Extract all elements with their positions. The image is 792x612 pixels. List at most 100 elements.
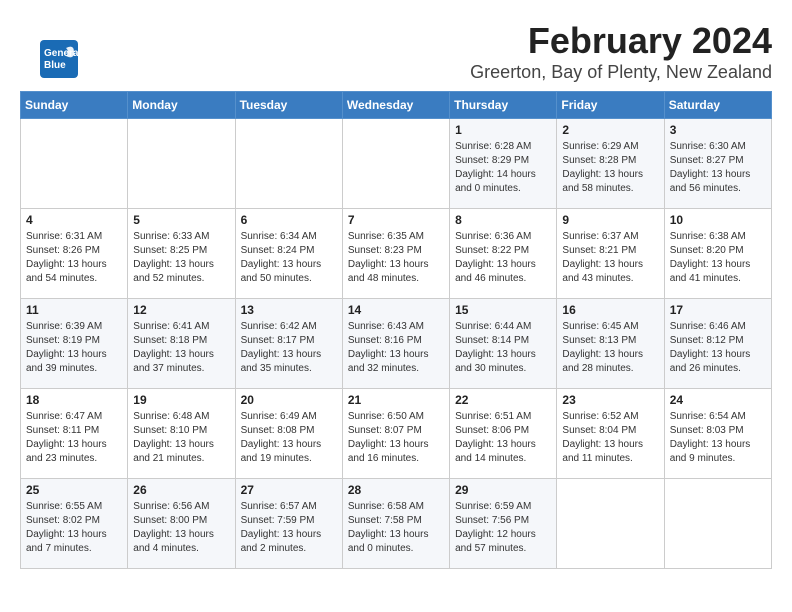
calendar-cell [235, 119, 342, 209]
calendar-cell: 14 Sunrise: 6:43 AMSunset: 8:16 PMDayligh… [342, 299, 449, 389]
page-header: February 2024 Greerton, Bay of Plenty, N… [20, 20, 772, 83]
day-number: 14 [348, 303, 444, 317]
day-number: 18 [26, 393, 122, 407]
day-number: 25 [26, 483, 122, 497]
day-number: 11 [26, 303, 122, 317]
calendar-cell: 16Sunrise: 6:45 AMSunset: 8:13 PMDayligh… [557, 299, 664, 389]
day-number: 15 [455, 303, 551, 317]
day-number: 5 [133, 213, 229, 227]
location-title: Greerton, Bay of Plenty, New Zealand [20, 62, 772, 83]
day-info: Sunrise: 6:37 AMSunset: 8:21 PMDaylight:… [562, 230, 658, 286]
day-info: Sunrise: 6:56 AMSunset: 8:00 PMDaylight:… [133, 500, 229, 556]
calendar-cell [21, 119, 128, 209]
day-number: 17 [670, 303, 766, 317]
calendar-cell: 19 Sunrise: 6:48 AMSunset: 8:10 PMDayligh… [128, 389, 235, 479]
day-info: Sunrise: 6:30 AMSunset: 8:27 PMDaylight:… [670, 140, 766, 196]
day-number: 3 [670, 123, 766, 137]
day-info: Sunrise: 6:36 AMSunset: 8:22 PMDaylight:… [455, 230, 551, 286]
day-info: Sunrise: 6:54 AMSunset: 8:03 PMDaylight:… [670, 410, 766, 466]
calendar-cell: 15 Sunrise: 6:44 AMSunset: 8:14 PMDayligh… [450, 299, 557, 389]
day-info: Sunrise: 6:59 AMSunset: 7:56 PMDaylight:… [455, 500, 551, 556]
day-number: 6 [241, 213, 337, 227]
calendar-cell: 21 Sunrise: 6:50 AMSunset: 8:07 PMDayligh… [342, 389, 449, 479]
logo: General Blue [40, 40, 78, 78]
calendar-cell: 12 Sunrise: 6:41 AMSunset: 8:18 PMDayligh… [128, 299, 235, 389]
calendar-cell [557, 479, 664, 569]
calendar-cell: 6 Sunrise: 6:34 AMSunset: 8:24 PMDaylight… [235, 209, 342, 299]
day-number: 19 [133, 393, 229, 407]
calendar-cell: 23Sunrise: 6:52 AMSunset: 8:04 PMDayligh… [557, 389, 664, 479]
day-info: Sunrise: 6:48 AMSunset: 8:10 PMDaylight:… [133, 410, 229, 466]
month-title: February 2024 [20, 20, 772, 62]
day-number: 12 [133, 303, 229, 317]
calendar-cell: 26 Sunrise: 6:56 AMSunset: 8:00 PMDayligh… [128, 479, 235, 569]
day-info: Sunrise: 6:47 AMSunset: 8:11 PMDaylight:… [26, 410, 122, 466]
calendar-cell: 27 Sunrise: 6:57 AMSunset: 7:59 PMDayligh… [235, 479, 342, 569]
day-info: Sunrise: 6:33 AMSunset: 8:25 PMDaylight:… [133, 230, 229, 286]
day-number: 22 [455, 393, 551, 407]
calendar-cell: 25 Sunrise: 6:55 AMSunset: 8:02 PMDayligh… [21, 479, 128, 569]
day-number: 8 [455, 213, 551, 227]
day-number: 2 [562, 123, 658, 137]
day-info: Sunrise: 6:57 AMSunset: 7:59 PMDaylight:… [241, 500, 337, 556]
calendar-cell: 3 Sunrise: 6:30 AMSunset: 8:27 PMDaylight… [664, 119, 771, 209]
calendar-cell: 7Sunrise: 6:35 AMSunset: 8:23 PMDaylight… [342, 209, 449, 299]
day-info: Sunrise: 6:49 AMSunset: 8:08 PMDaylight:… [241, 410, 337, 466]
calendar-cell: 2 Sunrise: 6:29 AMSunset: 8:28 PMDaylight… [557, 119, 664, 209]
day-number: 21 [348, 393, 444, 407]
calendar-table: SundayMondayTuesdayWednesdayThursdayFrid… [20, 91, 772, 569]
day-info: Sunrise: 6:51 AMSunset: 8:06 PMDaylight:… [455, 410, 551, 466]
calendar-cell: 13 Sunrise: 6:42 AMSunset: 8:17 PMDayligh… [235, 299, 342, 389]
day-info: Sunrise: 6:42 AMSunset: 8:17 PMDaylight:… [241, 320, 337, 376]
day-number: 28 [348, 483, 444, 497]
day-info: Sunrise: 6:50 AMSunset: 8:07 PMDaylight:… [348, 410, 444, 466]
day-number: 24 [670, 393, 766, 407]
day-number: 10 [670, 213, 766, 227]
calendar-cell: 24 Sunrise: 6:54 AMSunset: 8:03 PMDayligh… [664, 389, 771, 479]
day-info: Sunrise: 6:41 AMSunset: 8:18 PMDaylight:… [133, 320, 229, 376]
day-info: Sunrise: 6:55 AMSunset: 8:02 PMDaylight:… [26, 500, 122, 556]
day-info: Sunrise: 6:34 AMSunset: 8:24 PMDaylight:… [241, 230, 337, 286]
day-number: 20 [241, 393, 337, 407]
weekday-header-friday: Friday [557, 92, 664, 119]
weekday-header-tuesday: Tuesday [235, 92, 342, 119]
calendar-cell: 22 Sunrise: 6:51 AMSunset: 8:06 PMDayligh… [450, 389, 557, 479]
day-info: Sunrise: 6:45 AMSunset: 8:13 PMDaylight:… [562, 320, 658, 376]
weekday-header-saturday: Saturday [664, 92, 771, 119]
weekday-header-thursday: Thursday [450, 92, 557, 119]
calendar-cell: 20 Sunrise: 6:49 AMSunset: 8:08 PMDayligh… [235, 389, 342, 479]
day-number: 1 [455, 123, 551, 137]
calendar-cell: 1 Sunrise: 6:28 AMSunset: 8:29 PMDaylight… [450, 119, 557, 209]
calendar-cell [342, 119, 449, 209]
day-number: 29 [455, 483, 551, 497]
calendar-cell: 4Sunrise: 6:31 AMSunset: 8:26 PMDaylight… [21, 209, 128, 299]
calendar-cell: 28 Sunrise: 6:58 AMSunset: 7:58 PMDayligh… [342, 479, 449, 569]
day-info: Sunrise: 6:38 AMSunset: 8:20 PMDaylight:… [670, 230, 766, 286]
calendar-cell: 11 Sunrise: 6:39 AMSunset: 8:19 PMDayligh… [21, 299, 128, 389]
day-number: 27 [241, 483, 337, 497]
day-info: Sunrise: 6:44 AMSunset: 8:14 PMDaylight:… [455, 320, 551, 376]
weekday-header-sunday: Sunday [21, 92, 128, 119]
logo-icon: General Blue [40, 40, 78, 78]
day-info: Sunrise: 6:39 AMSunset: 8:19 PMDaylight:… [26, 320, 122, 376]
day-info: Sunrise: 6:35 AMSunset: 8:23 PMDaylight:… [348, 230, 444, 286]
weekday-header-monday: Monday [128, 92, 235, 119]
day-info: Sunrise: 6:29 AMSunset: 8:28 PMDaylight:… [562, 140, 658, 196]
day-number: 4 [26, 213, 122, 227]
day-number: 13 [241, 303, 337, 317]
day-info: Sunrise: 6:46 AMSunset: 8:12 PMDaylight:… [670, 320, 766, 376]
calendar-cell: 9 Sunrise: 6:37 AMSunset: 8:21 PMDaylight… [557, 209, 664, 299]
svg-text:Blue: Blue [44, 60, 66, 71]
calendar-cell [128, 119, 235, 209]
day-number: 26 [133, 483, 229, 497]
day-number: 9 [562, 213, 658, 227]
calendar-cell: 18 Sunrise: 6:47 AMSunset: 8:11 PMDayligh… [21, 389, 128, 479]
calendar-cell: 10 Sunrise: 6:38 AMSunset: 8:20 PMDayligh… [664, 209, 771, 299]
calendar-cell: 17 Sunrise: 6:46 AMSunset: 8:12 PMDayligh… [664, 299, 771, 389]
day-info: Sunrise: 6:28 AMSunset: 8:29 PMDaylight:… [455, 140, 551, 196]
calendar-cell: 5 Sunrise: 6:33 AMSunset: 8:25 PMDaylight… [128, 209, 235, 299]
calendar-cell [664, 479, 771, 569]
day-info: Sunrise: 6:43 AMSunset: 8:16 PMDaylight:… [348, 320, 444, 376]
day-info: Sunrise: 6:58 AMSunset: 7:58 PMDaylight:… [348, 500, 444, 556]
day-info: Sunrise: 6:52 AMSunset: 8:04 PMDaylight:… [562, 410, 658, 466]
